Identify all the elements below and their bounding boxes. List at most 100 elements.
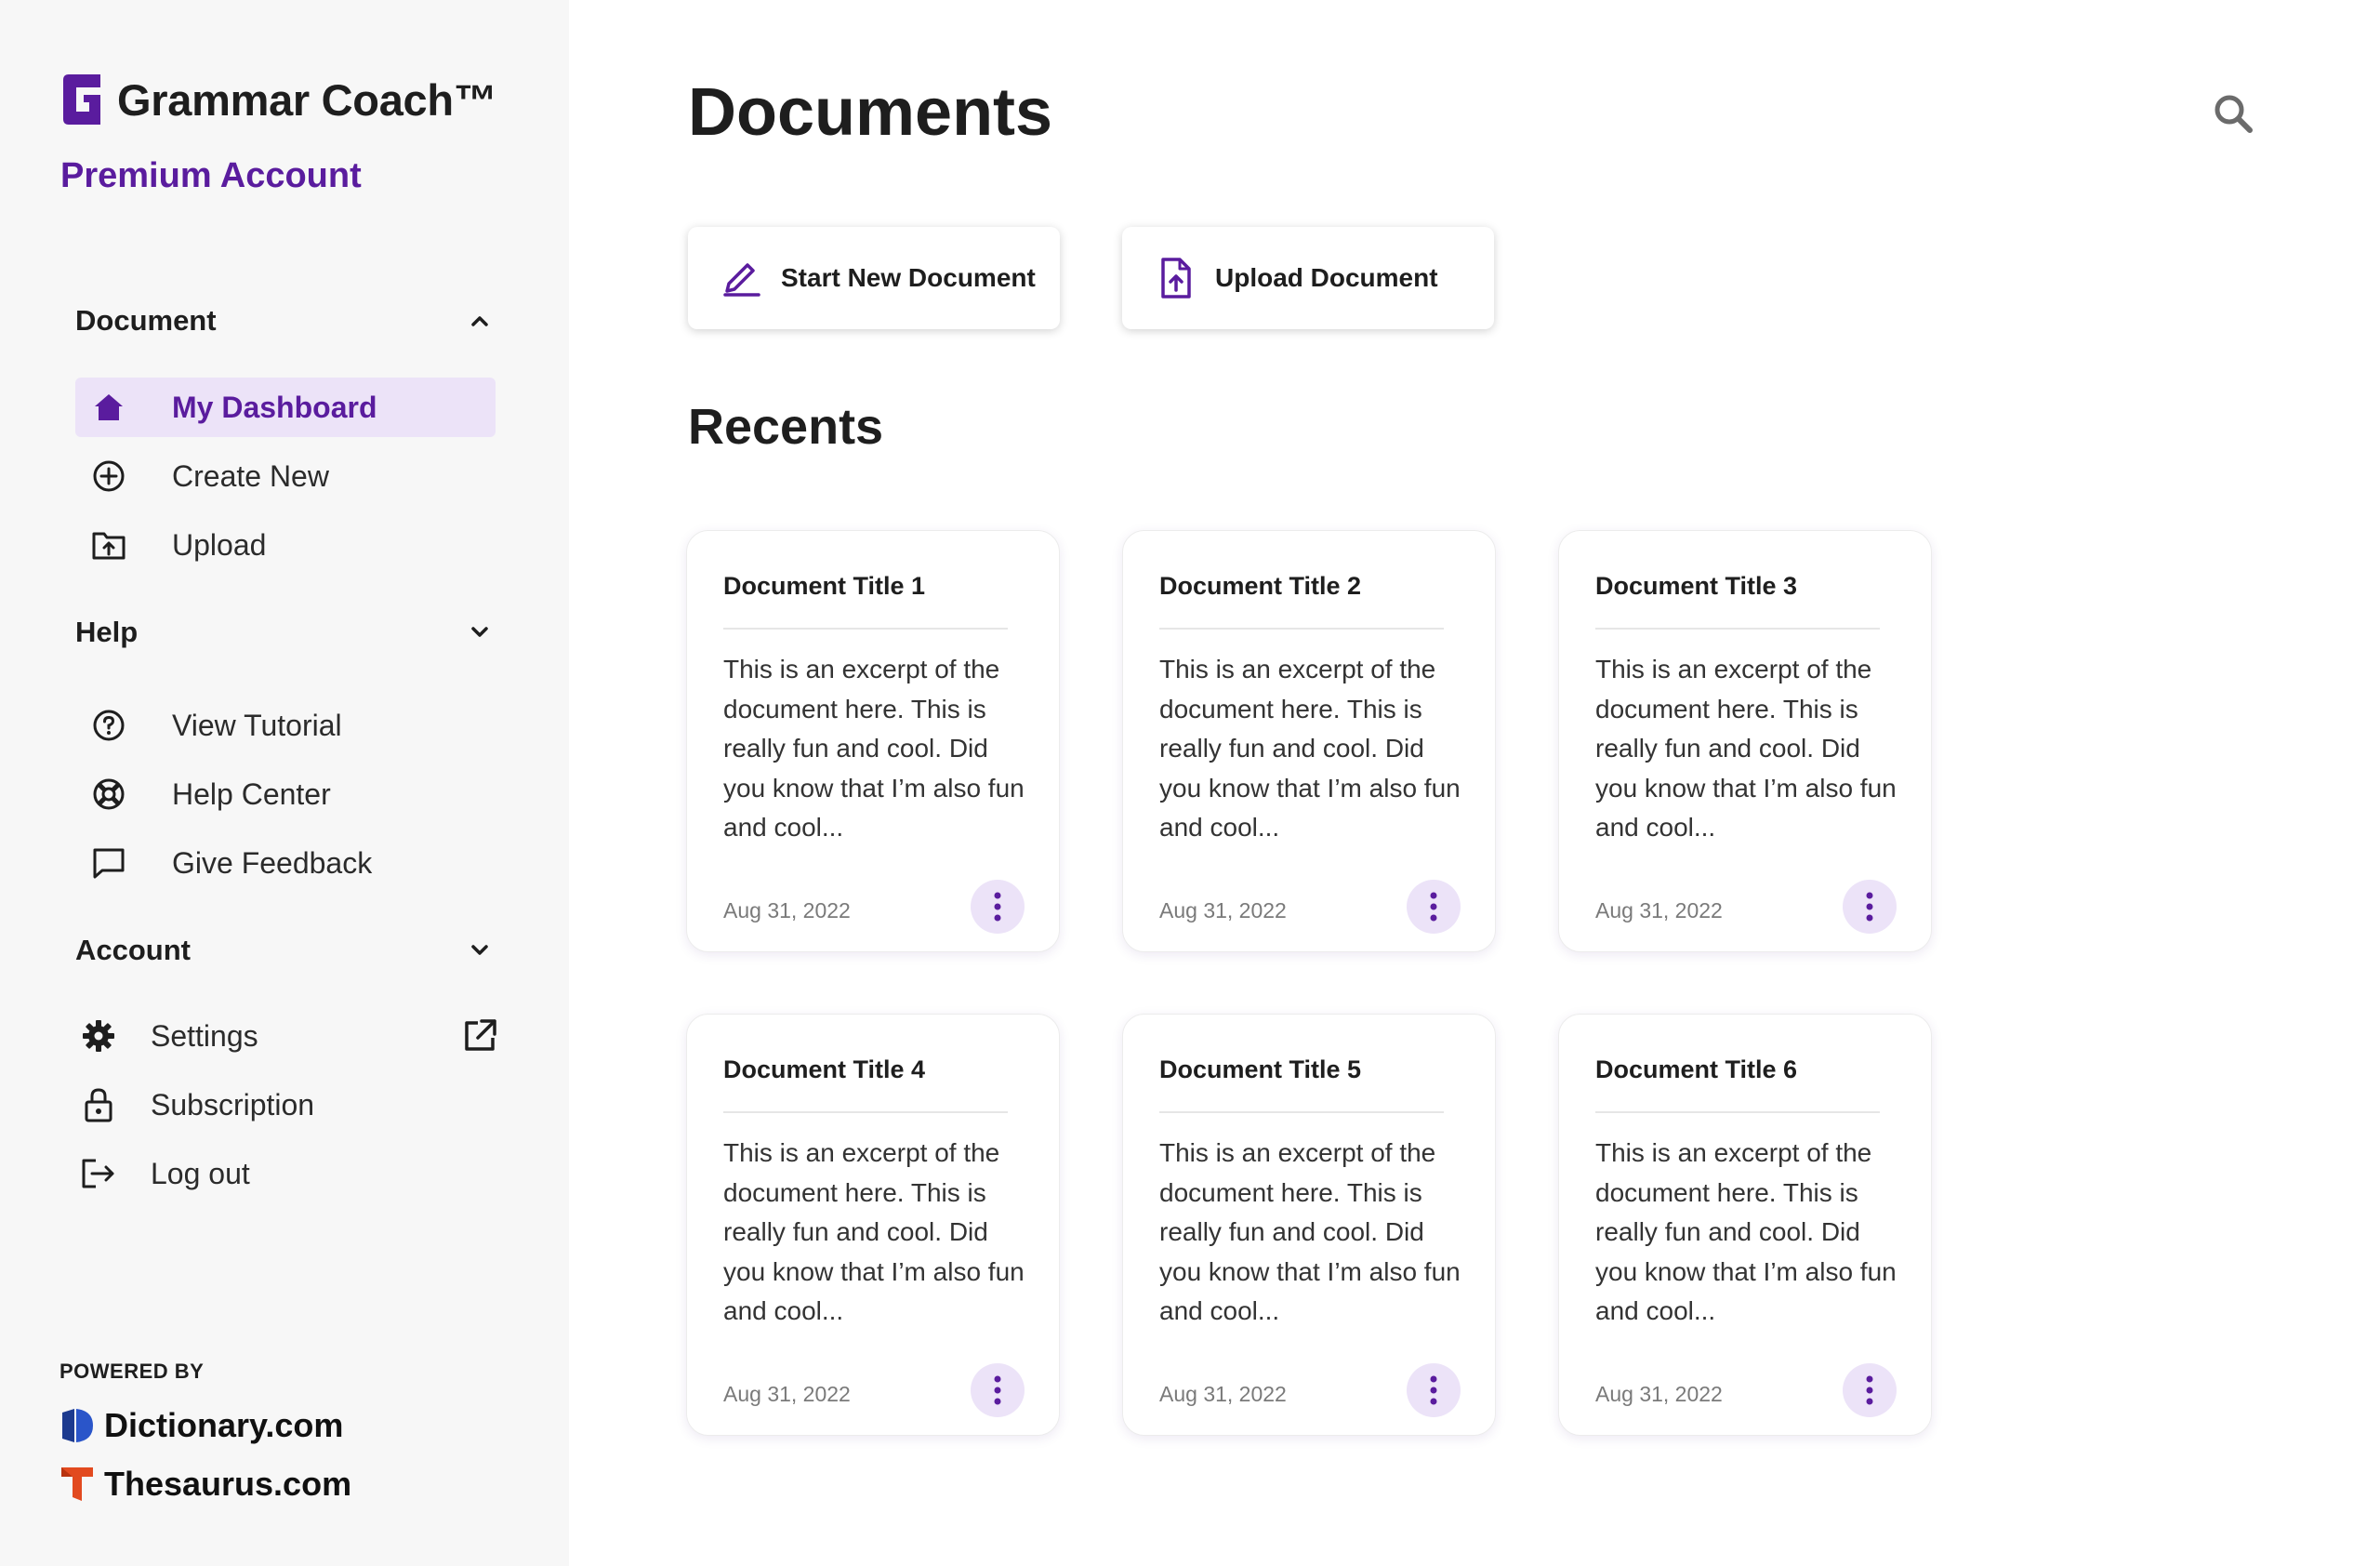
document-date: Aug 31, 2022 <box>723 1382 851 1406</box>
folder-upload-icon <box>90 526 127 564</box>
brand-name: Grammar Coach™ <box>117 74 497 125</box>
document-excerpt: This is an excerpt of the document here.… <box>723 1138 1025 1325</box>
document-excerpt: This is an excerpt of the document here.… <box>1159 655 1461 842</box>
sidebar: Grammar Coach™ Premium Account Document … <box>0 0 569 1566</box>
partner-name: Dictionary.com <box>104 1406 344 1444</box>
card-divider <box>723 628 1008 630</box>
page-title: Documents <box>688 75 1053 150</box>
chevron-up-icon <box>471 316 488 326</box>
sidebar-item-label: Give Feedback <box>172 845 373 880</box>
partner-thesaurus[interactable]: Thesaurus.com <box>60 1465 351 1504</box>
logout-icon <box>80 1155 117 1192</box>
document-card[interactable]: Document Title 4 This is an excerpt of t… <box>686 1014 1060 1436</box>
plus-circle-icon <box>90 458 127 495</box>
external-link-icon[interactable] <box>461 1017 498 1055</box>
more-options-button[interactable] <box>971 880 1025 934</box>
sidebar-item-label: Settings <box>151 1018 258 1053</box>
lock-icon <box>80 1086 117 1123</box>
home-icon <box>90 389 127 426</box>
document-excerpt: This is an excerpt of the document here.… <box>1159 1138 1461 1325</box>
sidebar-item-my-dashboard[interactable]: My Dashboard <box>75 378 496 437</box>
kebab-menu-icon <box>1430 1375 1437 1405</box>
card-divider <box>1595 1111 1880 1113</box>
action-label: Start New Document <box>781 263 1036 292</box>
chat-bubble-icon <box>90 844 127 882</box>
nav-section-label: Account <box>75 934 191 966</box>
document-title: Document Title 4 <box>723 1055 926 1083</box>
question-circle-icon <box>90 707 127 744</box>
card-divider <box>1159 628 1444 630</box>
document-date: Aug 31, 2022 <box>1159 898 1287 922</box>
sidebar-item-log-out[interactable]: Log out <box>80 1144 498 1203</box>
document-excerpt: This is an excerpt of the document here.… <box>1595 1138 1897 1325</box>
document-card[interactable]: Document Title 2 This is an excerpt of t… <box>1122 530 1496 952</box>
kebab-menu-icon <box>994 1375 1001 1405</box>
partner-dictionary[interactable]: Dictionary.com <box>60 1406 343 1445</box>
document-date: Aug 31, 2022 <box>1159 1382 1287 1406</box>
document-card[interactable]: Document Title 6 This is an excerpt of t… <box>1558 1014 1932 1436</box>
sidebar-item-label: My Dashboard <box>172 390 377 424</box>
document-title: Document Title 1 <box>723 572 926 600</box>
sidebar-item-give-feedback[interactable]: Give Feedback <box>75 833 496 893</box>
kebab-menu-icon <box>1866 1375 1873 1405</box>
more-options-button[interactable] <box>1843 880 1897 934</box>
sidebar-item-label: Upload <box>172 527 267 562</box>
account-type-label: Premium Account <box>60 156 362 195</box>
nav-section-label: Help <box>75 616 139 648</box>
document-excerpt: This is an excerpt of the document here.… <box>723 655 1025 842</box>
sidebar-item-upload[interactable]: Upload <box>75 515 496 575</box>
kebab-menu-icon <box>1866 892 1873 922</box>
sidebar-item-settings[interactable]: Settings <box>80 1006 498 1066</box>
sidebar-item-create-new[interactable]: Create New <box>75 446 496 506</box>
nav-section-account[interactable]: Account <box>75 927 494 974</box>
partner-name: Thesaurus.com <box>104 1465 352 1503</box>
recents-heading: Recents <box>688 399 884 455</box>
sidebar-item-view-tutorial[interactable]: View Tutorial <box>75 696 496 755</box>
brand[interactable]: Grammar Coach™ <box>60 73 497 126</box>
kebab-menu-icon <box>994 892 1001 922</box>
document-title: Document Title 5 <box>1159 1055 1362 1083</box>
lifebuoy-icon <box>90 776 127 813</box>
chevron-down-icon <box>471 627 488 637</box>
sidebar-item-subscription[interactable]: Subscription <box>80 1075 498 1135</box>
pen-icon <box>723 263 760 297</box>
powered-by-label: POWERED BY <box>60 1360 205 1383</box>
file-upload-icon <box>1161 258 1191 299</box>
document-date: Aug 31, 2022 <box>1595 898 1723 922</box>
sidebar-item-label: View Tutorial <box>172 708 342 742</box>
document-excerpt: This is an excerpt of the document here.… <box>1595 655 1897 842</box>
chevron-down-icon <box>471 945 488 955</box>
action-label: Upload Document <box>1215 263 1438 292</box>
sidebar-item-help-center[interactable]: Help Center <box>75 764 496 824</box>
search-icon[interactable] <box>2211 91 2255 136</box>
card-divider <box>723 1111 1008 1113</box>
nav-section-label: Document <box>75 304 217 337</box>
grammar-coach-logo-icon <box>63 74 100 125</box>
document-title: Document Title 3 <box>1595 572 1798 600</box>
thesaurus-logo-icon <box>61 1467 93 1501</box>
document-date: Aug 31, 2022 <box>1595 1382 1723 1406</box>
document-card[interactable]: Document Title 1 This is an excerpt of t… <box>686 530 1060 952</box>
card-divider <box>1159 1111 1444 1113</box>
document-card[interactable]: Document Title 3 This is an excerpt of t… <box>1558 530 1932 952</box>
nav-section-help[interactable]: Help <box>75 609 494 656</box>
card-divider <box>1595 628 1880 630</box>
document-card[interactable]: Document Title 5 This is an excerpt of t… <box>1122 1014 1496 1436</box>
document-title: Document Title 6 <box>1595 1055 1798 1083</box>
more-options-button[interactable] <box>1407 1363 1461 1417</box>
start-new-document-button[interactable]: Start New Document <box>688 227 1060 329</box>
more-options-button[interactable] <box>1407 880 1461 934</box>
more-options-button[interactable] <box>1843 1363 1897 1417</box>
sidebar-item-label: Log out <box>151 1156 250 1190</box>
document-date: Aug 31, 2022 <box>723 898 851 922</box>
document-title: Document Title 2 <box>1159 572 1362 600</box>
sidebar-item-label: Subscription <box>151 1087 315 1121</box>
nav-section-document[interactable]: Document <box>75 298 494 344</box>
more-options-button[interactable] <box>971 1363 1025 1417</box>
dictionary-logo-icon <box>62 1409 93 1442</box>
sidebar-item-label: Create New <box>172 458 329 493</box>
sidebar-item-label: Help Center <box>172 776 331 811</box>
upload-document-button[interactable]: Upload Document <box>1122 227 1494 329</box>
kebab-menu-icon <box>1430 892 1437 922</box>
gear-icon <box>80 1017 117 1055</box>
